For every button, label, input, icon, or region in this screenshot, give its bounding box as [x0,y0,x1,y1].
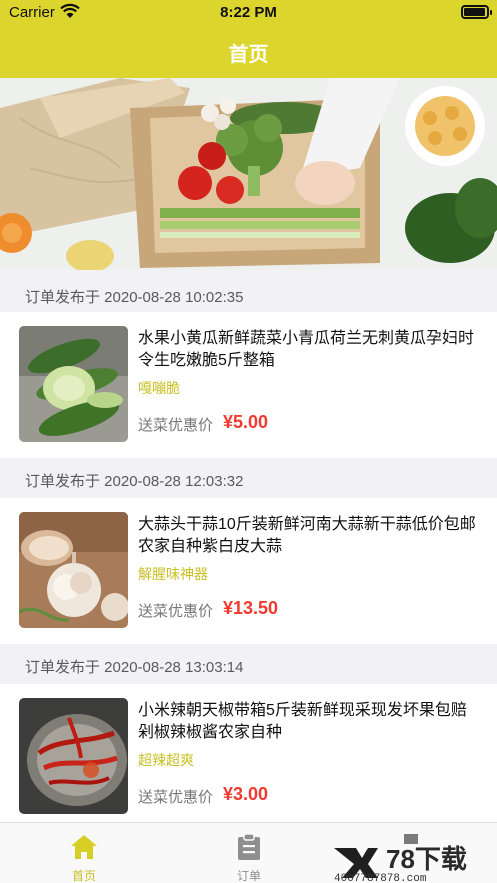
banner-image[interactable] [0,78,497,270]
price: ¥3.00 [223,784,269,804]
price: ¥5.00 [223,412,269,432]
home-icon [71,835,97,859]
vegetable-box-illustration [0,78,497,270]
watermark-url: 4007787878.com [334,873,427,883]
tab-label: 订单 [236,869,261,883]
product-name: 水果小黄瓜新鲜蔬菜小青瓜荷兰无刺黄瓜孕妇时令生吃嫩脆5斤整箱 [138,330,475,369]
order-date: 订单发布于 2020-08-28 10:02:35 [25,289,244,306]
clipboard-icon [238,833,260,860]
garlic-photo [19,512,128,628]
chili-photo [19,698,128,814]
order-date-header: 订单发布于 2020-08-28 12:03:32 [0,458,497,500]
order-card[interactable]: 小米辣朝天椒带箱5斤装新鲜现采现发坏果包赔剁椒辣椒酱农家自种 超辣超爽 送菜优惠… [0,684,497,830]
order-date: 订单发布于 2020-08-28 12:03:32 [25,473,244,490]
tab-home[interactable]: 首页 [24,823,144,883]
order-date: 订单发布于 2020-08-28 13:03:14 [25,659,244,676]
watermark-logo: 78下载 4007787878.com [334,834,467,883]
product-name: 小米辣朝天椒带箱5斤装新鲜现采现发坏果包赔剁椒辣椒酱农家自种 [138,702,467,741]
cucumber-photo [19,326,128,442]
product-name: 大蒜头干蒜10斤装新鲜河南大蒜新干蒜低价包邮农家自种紫白皮大蒜 [138,516,476,555]
price-label: 送菜优惠价 [138,789,214,806]
order-date-header: 订单发布于 2020-08-28 10:02:35 [0,274,497,316]
battery-icon [461,5,492,19]
navigation-bar: Carrier 8:22 PM 首页 [0,0,497,78]
tab-label: 首页 [71,869,96,883]
price-label: 送菜优惠价 [138,603,214,620]
price-label: 送菜优惠价 [138,417,214,434]
product-tag: 嘎嘣脆 [138,380,180,396]
order-card[interactable]: 大蒜头干蒜10斤装新鲜河南大蒜新干蒜低价包邮农家自种紫白皮大蒜 解腥味神器 送菜… [0,498,497,644]
tab-orders[interactable]: 订单 [189,823,309,883]
price: ¥13.50 [223,598,279,618]
status-bar: Carrier 8:22 PM [0,0,497,26]
site-watermark: 78下载 4007787878.com [330,826,497,883]
watermark-brand: 78下载 [386,844,467,874]
product-tag: 超辣超爽 [138,752,194,768]
page-title: 首页 [228,44,269,66]
product-tag: 解腥味神器 [138,566,208,582]
order-date-header: 订单发布于 2020-08-28 13:03:14 [0,644,497,686]
clock: 8:22 PM [220,4,277,21]
order-card[interactable]: 水果小黄瓜新鲜蔬菜小青瓜荷兰无刺黄瓜孕妇时令生吃嫩脆5斤整箱 嘎嘣脆 送菜优惠价… [0,312,497,458]
